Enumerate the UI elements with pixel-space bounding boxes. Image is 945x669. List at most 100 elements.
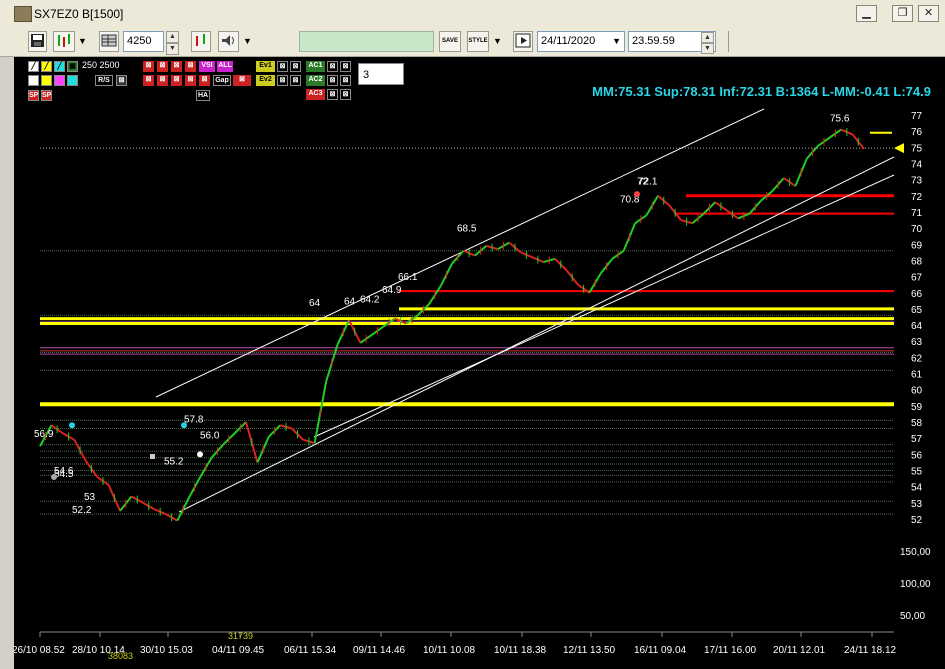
price-label: 56.0 bbox=[200, 430, 220, 441]
x-tick-label: 30/10 15.03 bbox=[140, 645, 193, 656]
x-tick-label: 16/11 09.04 bbox=[634, 645, 687, 656]
y-tick-label: 71 bbox=[911, 208, 923, 219]
x-tick-label: 04/11 09.45 bbox=[212, 645, 265, 656]
price-chart: 56.954.654.55352.255.257.856.064 64 64.264… bbox=[14, 108, 931, 661]
chevron-down-icon[interactable]: ▼ bbox=[78, 31, 92, 52]
chevron-down-icon: ▼ bbox=[612, 36, 621, 46]
price-marker bbox=[634, 191, 640, 198]
price-marker bbox=[181, 422, 187, 429]
x-tick-label: 10/11 10.08 bbox=[423, 645, 476, 656]
y-tick-label: 69 bbox=[911, 240, 923, 251]
bars-count-input[interactable]: 4250 bbox=[123, 31, 164, 52]
chevron-down-icon[interactable]: ▼ bbox=[493, 31, 507, 52]
y-tick-label: 65 bbox=[911, 305, 923, 316]
time-input[interactable]: 23.59.59 ▲ ▼ bbox=[628, 31, 716, 54]
channel-lower bbox=[313, 174, 895, 438]
time-stepper[interactable]: ▲ ▼ bbox=[701, 32, 714, 54]
y-tick-label: 76 bbox=[911, 127, 923, 138]
y-tick-label: 77 bbox=[911, 111, 923, 122]
y-tick-label: 66 bbox=[911, 289, 923, 300]
y-tick-label: 55 bbox=[911, 467, 923, 478]
x-tick-label: 10/11 18.38 bbox=[494, 645, 547, 656]
status-field bbox=[299, 31, 434, 52]
time-value: 23.59.59 bbox=[632, 35, 675, 47]
price-label: 55.2 bbox=[164, 456, 184, 467]
spin-down-icon[interactable]: ▼ bbox=[701, 43, 714, 54]
y-tick-label: 73 bbox=[911, 176, 923, 187]
y-tick-label: 59 bbox=[911, 402, 923, 413]
x-tick-label: 12/11 13.50 bbox=[563, 645, 616, 656]
main-toolbar: ▼ 4250 ▲ ▼ ▼ SAVE STYLE ▼ 24/11/2020 ▼ 2… bbox=[0, 28, 945, 57]
bar-chart-button[interactable] bbox=[191, 31, 211, 52]
play-button[interactable] bbox=[513, 31, 533, 52]
y-tick-label: 74 bbox=[911, 159, 923, 170]
title-bar: SX7EZ0 B[1500] ▁ ❐ ✕ bbox=[0, 0, 945, 29]
price-label: 64.2 bbox=[360, 295, 380, 306]
y-tick-label: 56 bbox=[911, 450, 923, 461]
y-tick-label: 53 bbox=[911, 499, 923, 510]
volume-tick-label: 150,00 bbox=[900, 547, 931, 558]
close-button[interactable]: ✕ bbox=[918, 5, 939, 22]
price-label: 52.2 bbox=[72, 505, 92, 516]
price-label: 53 bbox=[84, 492, 96, 503]
save-button[interactable]: SAVE bbox=[439, 31, 461, 52]
chart-area[interactable]: ╱ ╱ ╱ ▦ 250 2500 SP SP R/S ⊠ ⊠ ⊠ ⊠ ⊠ VSI… bbox=[14, 57, 945, 669]
price-label: 64 bbox=[344, 296, 356, 307]
table-icon bbox=[101, 34, 117, 47]
volume-tick-label: 100,00 bbox=[900, 579, 931, 590]
price-label: 64 bbox=[309, 298, 321, 309]
chart-type-button[interactable] bbox=[53, 31, 75, 52]
current-price-arrow bbox=[894, 143, 904, 154]
price-label: 57.8 bbox=[184, 414, 204, 425]
y-tick-label: 72 bbox=[911, 192, 923, 203]
bars-icon bbox=[196, 34, 205, 46]
sound-button[interactable] bbox=[218, 31, 239, 52]
price-label: 72.1 bbox=[638, 177, 658, 188]
save-disk-button[interactable] bbox=[28, 31, 47, 52]
style-button[interactable]: STYLE bbox=[467, 31, 489, 52]
y-tick-label: 64 bbox=[911, 321, 923, 332]
y-tick-label: 60 bbox=[911, 386, 923, 397]
x-tick-label: 20/11 12.01 bbox=[773, 645, 826, 656]
spin-down-icon[interactable]: ▼ bbox=[166, 43, 179, 55]
y-tick-label: 63 bbox=[911, 337, 923, 348]
date-value: 24/11/2020 bbox=[541, 35, 596, 47]
price-label: 68.5 bbox=[457, 224, 477, 235]
x-tick-label: 09/11 14.46 bbox=[353, 645, 406, 656]
x-extra-label: 38083 bbox=[108, 651, 133, 661]
spin-up-icon[interactable]: ▲ bbox=[166, 31, 179, 43]
y-tick-label: 57 bbox=[911, 434, 923, 445]
y-tick-label: 75 bbox=[911, 143, 923, 154]
chevron-down-icon[interactable]: ▼ bbox=[243, 31, 257, 52]
minimize-button[interactable]: ▁ bbox=[856, 5, 877, 22]
price-marker bbox=[69, 422, 75, 429]
channel-anchor bbox=[150, 454, 155, 459]
price-label: 54.5 bbox=[54, 469, 74, 480]
x-tick-label: 24/11 18.12 bbox=[844, 645, 897, 656]
y-tick-label: 67 bbox=[911, 273, 923, 284]
y-tick-label: 58 bbox=[911, 418, 923, 429]
y-tick-label: 68 bbox=[911, 256, 923, 267]
bars-count-stepper[interactable]: ▲ ▼ bbox=[166, 31, 179, 55]
price-label: 66.1 bbox=[398, 272, 418, 283]
y-tick-label: 62 bbox=[911, 353, 923, 364]
x-tick-label: 26/10 08.52 bbox=[14, 645, 65, 656]
restore-button[interactable]: ❐ bbox=[892, 5, 913, 22]
y-tick-label: 54 bbox=[911, 483, 923, 494]
window-title: SX7EZ0 B[1500] bbox=[34, 7, 124, 21]
price-label: 64.9 bbox=[382, 285, 402, 296]
channel-middle bbox=[178, 156, 895, 513]
speaker-icon bbox=[222, 35, 234, 46]
price-label: 75.6 bbox=[830, 114, 850, 125]
y-tick-label: 70 bbox=[911, 224, 923, 235]
x-tick-label: 17/11 16.00 bbox=[704, 645, 757, 656]
grid-layout-button[interactable] bbox=[99, 31, 119, 52]
spin-up-icon[interactable]: ▲ bbox=[701, 32, 714, 43]
toolbar-divider bbox=[728, 31, 729, 52]
y-tick-label: 52 bbox=[911, 515, 923, 526]
app-icon bbox=[14, 6, 32, 22]
style-label: STYLE bbox=[468, 38, 488, 44]
y-tick-label: 61 bbox=[911, 370, 923, 381]
date-picker[interactable]: 24/11/2020 ▼ bbox=[537, 31, 625, 52]
volume-tick-label: 50,00 bbox=[900, 611, 925, 622]
